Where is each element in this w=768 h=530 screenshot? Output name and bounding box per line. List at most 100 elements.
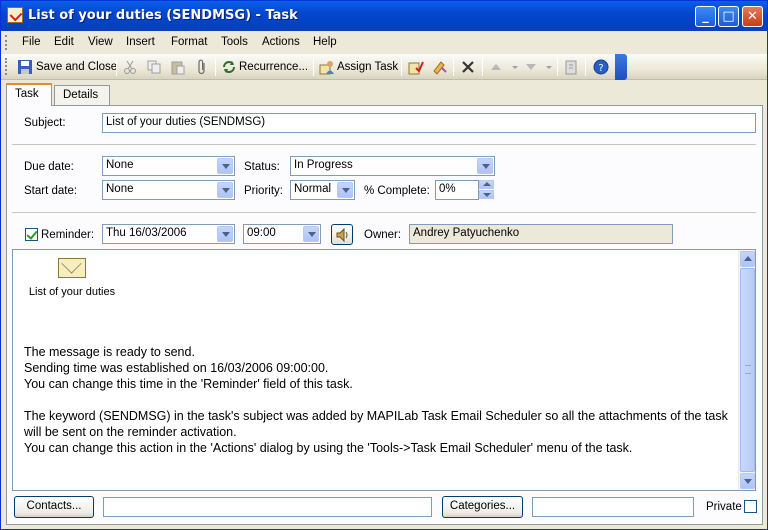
priority-label: Priority: (244, 185, 283, 197)
save-and-close-button[interactable]: Save and Close (17, 57, 117, 77)
scroll-thumb[interactable] (740, 268, 755, 472)
save-icon (18, 60, 32, 74)
window-title: List of your duties (SENDMSG) - Task (28, 8, 298, 23)
owner-label: Owner: (364, 229, 402, 241)
reminder-date-select[interactable]: Thu 16/03/2006 (102, 224, 235, 244)
priority-value: Normal (294, 183, 332, 195)
tab-details[interactable]: Details (54, 85, 110, 106)
subject-input[interactable]: List of your duties (SENDMSG) (102, 113, 756, 133)
owner-field: Andrey Patyuchenko (409, 224, 673, 244)
toolbar-separator (585, 58, 586, 76)
categories-button[interactable]: Categories... (442, 496, 523, 518)
menu-view[interactable]: View (88, 36, 113, 48)
divider (12, 144, 756, 145)
categories-input[interactable] (532, 497, 694, 517)
task-email-scheduler-icon[interactable] (432, 59, 448, 75)
task-icon (7, 7, 23, 23)
percent-complete-spinner[interactable] (479, 180, 495, 200)
toolbar-separator (116, 58, 117, 76)
priority-select[interactable]: Normal (290, 180, 355, 200)
toolbar-separator (482, 58, 483, 76)
recurrence-icon (223, 61, 235, 73)
menubar-grip[interactable] (5, 35, 8, 50)
attachment-item[interactable]: List of your duties (27, 258, 117, 298)
private-checkbox[interactable] (744, 500, 757, 513)
chevron-down-icon[interactable] (541, 59, 557, 75)
status-value: In Progress (294, 159, 353, 171)
svg-text:?: ? (598, 63, 603, 74)
previous-item-icon[interactable] (488, 59, 504, 75)
title-bar[interactable]: List of your duties (SENDMSG) - Task _ □… (1, 1, 767, 31)
chevron-down-icon[interactable] (303, 226, 319, 242)
minimize-button[interactable]: _ (695, 6, 716, 27)
reminder-label: Reminder: (41, 229, 95, 241)
attach-icon[interactable] (194, 59, 210, 75)
toolbar-grip[interactable] (5, 58, 8, 75)
scroll-up-icon[interactable] (740, 251, 755, 267)
menu-insert[interactable]: Insert (126, 36, 155, 48)
reminder-date-value: Thu 16/03/2006 (106, 227, 187, 239)
task-body[interactable]: List of your duties The message is ready… (12, 249, 756, 491)
menu-help[interactable]: Help (313, 36, 337, 48)
toolbar: Save and Close Recurrence... Assign Task… (1, 54, 767, 80)
chevron-down-icon[interactable] (217, 158, 233, 174)
next-item-icon[interactable] (523, 59, 539, 75)
toolbar-separator (401, 58, 402, 76)
menu-format[interactable]: Format (171, 36, 207, 48)
cut-icon[interactable] (122, 59, 138, 75)
menu-file[interactable]: File (22, 36, 41, 48)
message-line: You can change this time in the 'Reminde… (24, 377, 353, 391)
reminder-checkbox[interactable] (25, 228, 38, 241)
divider (12, 212, 756, 213)
save-and-close-label: Save and Close (36, 61, 118, 73)
menu-tools[interactable]: Tools (221, 36, 248, 48)
spin-down-icon[interactable] (479, 190, 494, 199)
toolbar-separator (215, 58, 216, 76)
status-select[interactable]: In Progress (290, 156, 495, 176)
chevron-down-icon[interactable] (217, 226, 233, 242)
maximize-button[interactable]: □ (718, 6, 739, 27)
contacts-input[interactable] (103, 497, 432, 517)
message-line: Sending time was established on 16/03/20… (24, 361, 329, 375)
delete-icon[interactable] (460, 59, 476, 75)
due-date-select[interactable]: None (102, 156, 235, 176)
address-book-icon[interactable] (563, 59, 579, 75)
toolbar-separator (453, 58, 454, 76)
reminder-time-select[interactable]: 09:00 (243, 224, 321, 244)
copy-icon[interactable] (146, 59, 162, 75)
recurrence-label: Recurrence... (239, 61, 309, 73)
tab-task[interactable]: Task (6, 83, 52, 106)
menu-actions[interactable]: Actions (262, 36, 300, 48)
chevron-down-icon[interactable] (337, 182, 353, 198)
assign-task-button[interactable]: Assign Task (319, 57, 398, 77)
scroll-down-icon[interactable] (740, 473, 755, 489)
percent-complete-label: % Complete: (364, 185, 430, 197)
speaker-icon (336, 227, 348, 243)
chevron-down-icon[interactable] (477, 158, 493, 174)
due-date-value: None (106, 159, 134, 171)
assign-task-icon (319, 61, 334, 75)
toolbar-separator (557, 58, 558, 76)
help-icon[interactable]: ? (593, 59, 609, 75)
paste-icon[interactable] (170, 59, 186, 75)
message-line: The keyword (SENDMSG) in the task's subj… (24, 409, 728, 439)
task-window: List of your duties (SENDMSG) - Task _ □… (0, 0, 768, 530)
start-date-select[interactable]: None (102, 180, 235, 200)
start-date-label: Start date: (24, 185, 78, 197)
contacts-button[interactable]: Contacts... (14, 496, 94, 518)
chevron-down-icon[interactable] (217, 182, 233, 198)
spin-up-icon[interactable] (479, 180, 494, 189)
vertical-scrollbar[interactable] (738, 250, 755, 490)
percent-complete-input[interactable]: 0% (435, 180, 479, 200)
reminder-sound-button[interactable] (331, 224, 353, 245)
status-label: Status: (244, 161, 280, 173)
attachment-name: List of your duties (28, 286, 116, 298)
toolbar-options-button[interactable] (615, 54, 627, 80)
chevron-down-icon[interactable] (507, 59, 523, 75)
close-button[interactable]: ✕ (742, 6, 763, 27)
start-date-value: None (106, 183, 134, 195)
recurrence-button[interactable]: Recurrence... (221, 57, 308, 77)
mark-complete-icon[interactable] (408, 59, 424, 75)
menu-edit[interactable]: Edit (54, 36, 74, 48)
